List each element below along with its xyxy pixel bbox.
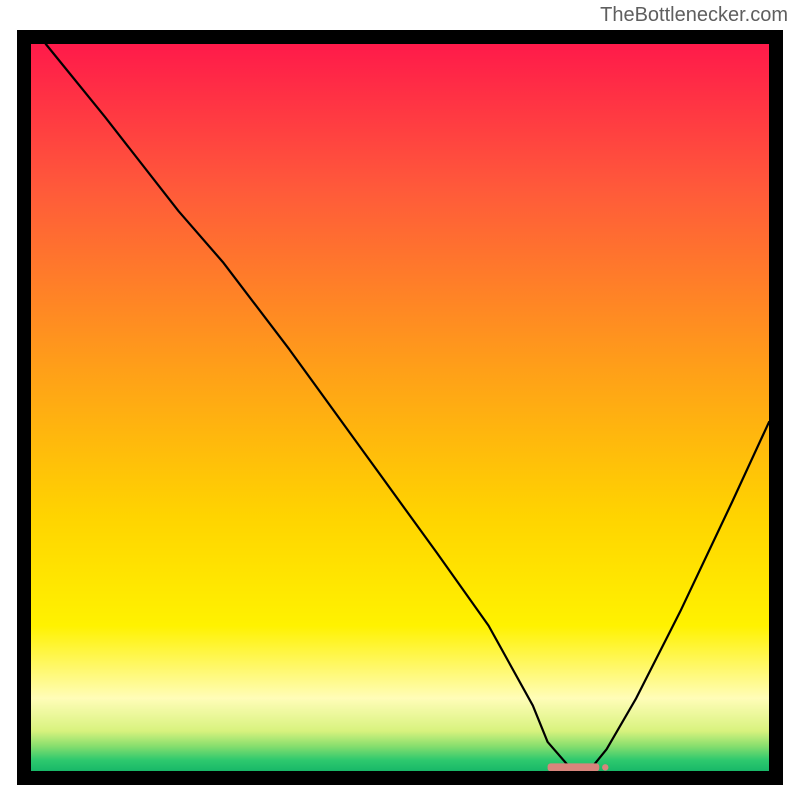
optimal-range-marker <box>548 763 600 771</box>
gradient-background <box>31 44 769 771</box>
chart-svg <box>17 30 783 785</box>
optimal-range-dot <box>602 764 608 770</box>
watermark-text: TheBottlenecker.com <box>600 4 788 27</box>
bottleneck-chart <box>17 30 783 785</box>
